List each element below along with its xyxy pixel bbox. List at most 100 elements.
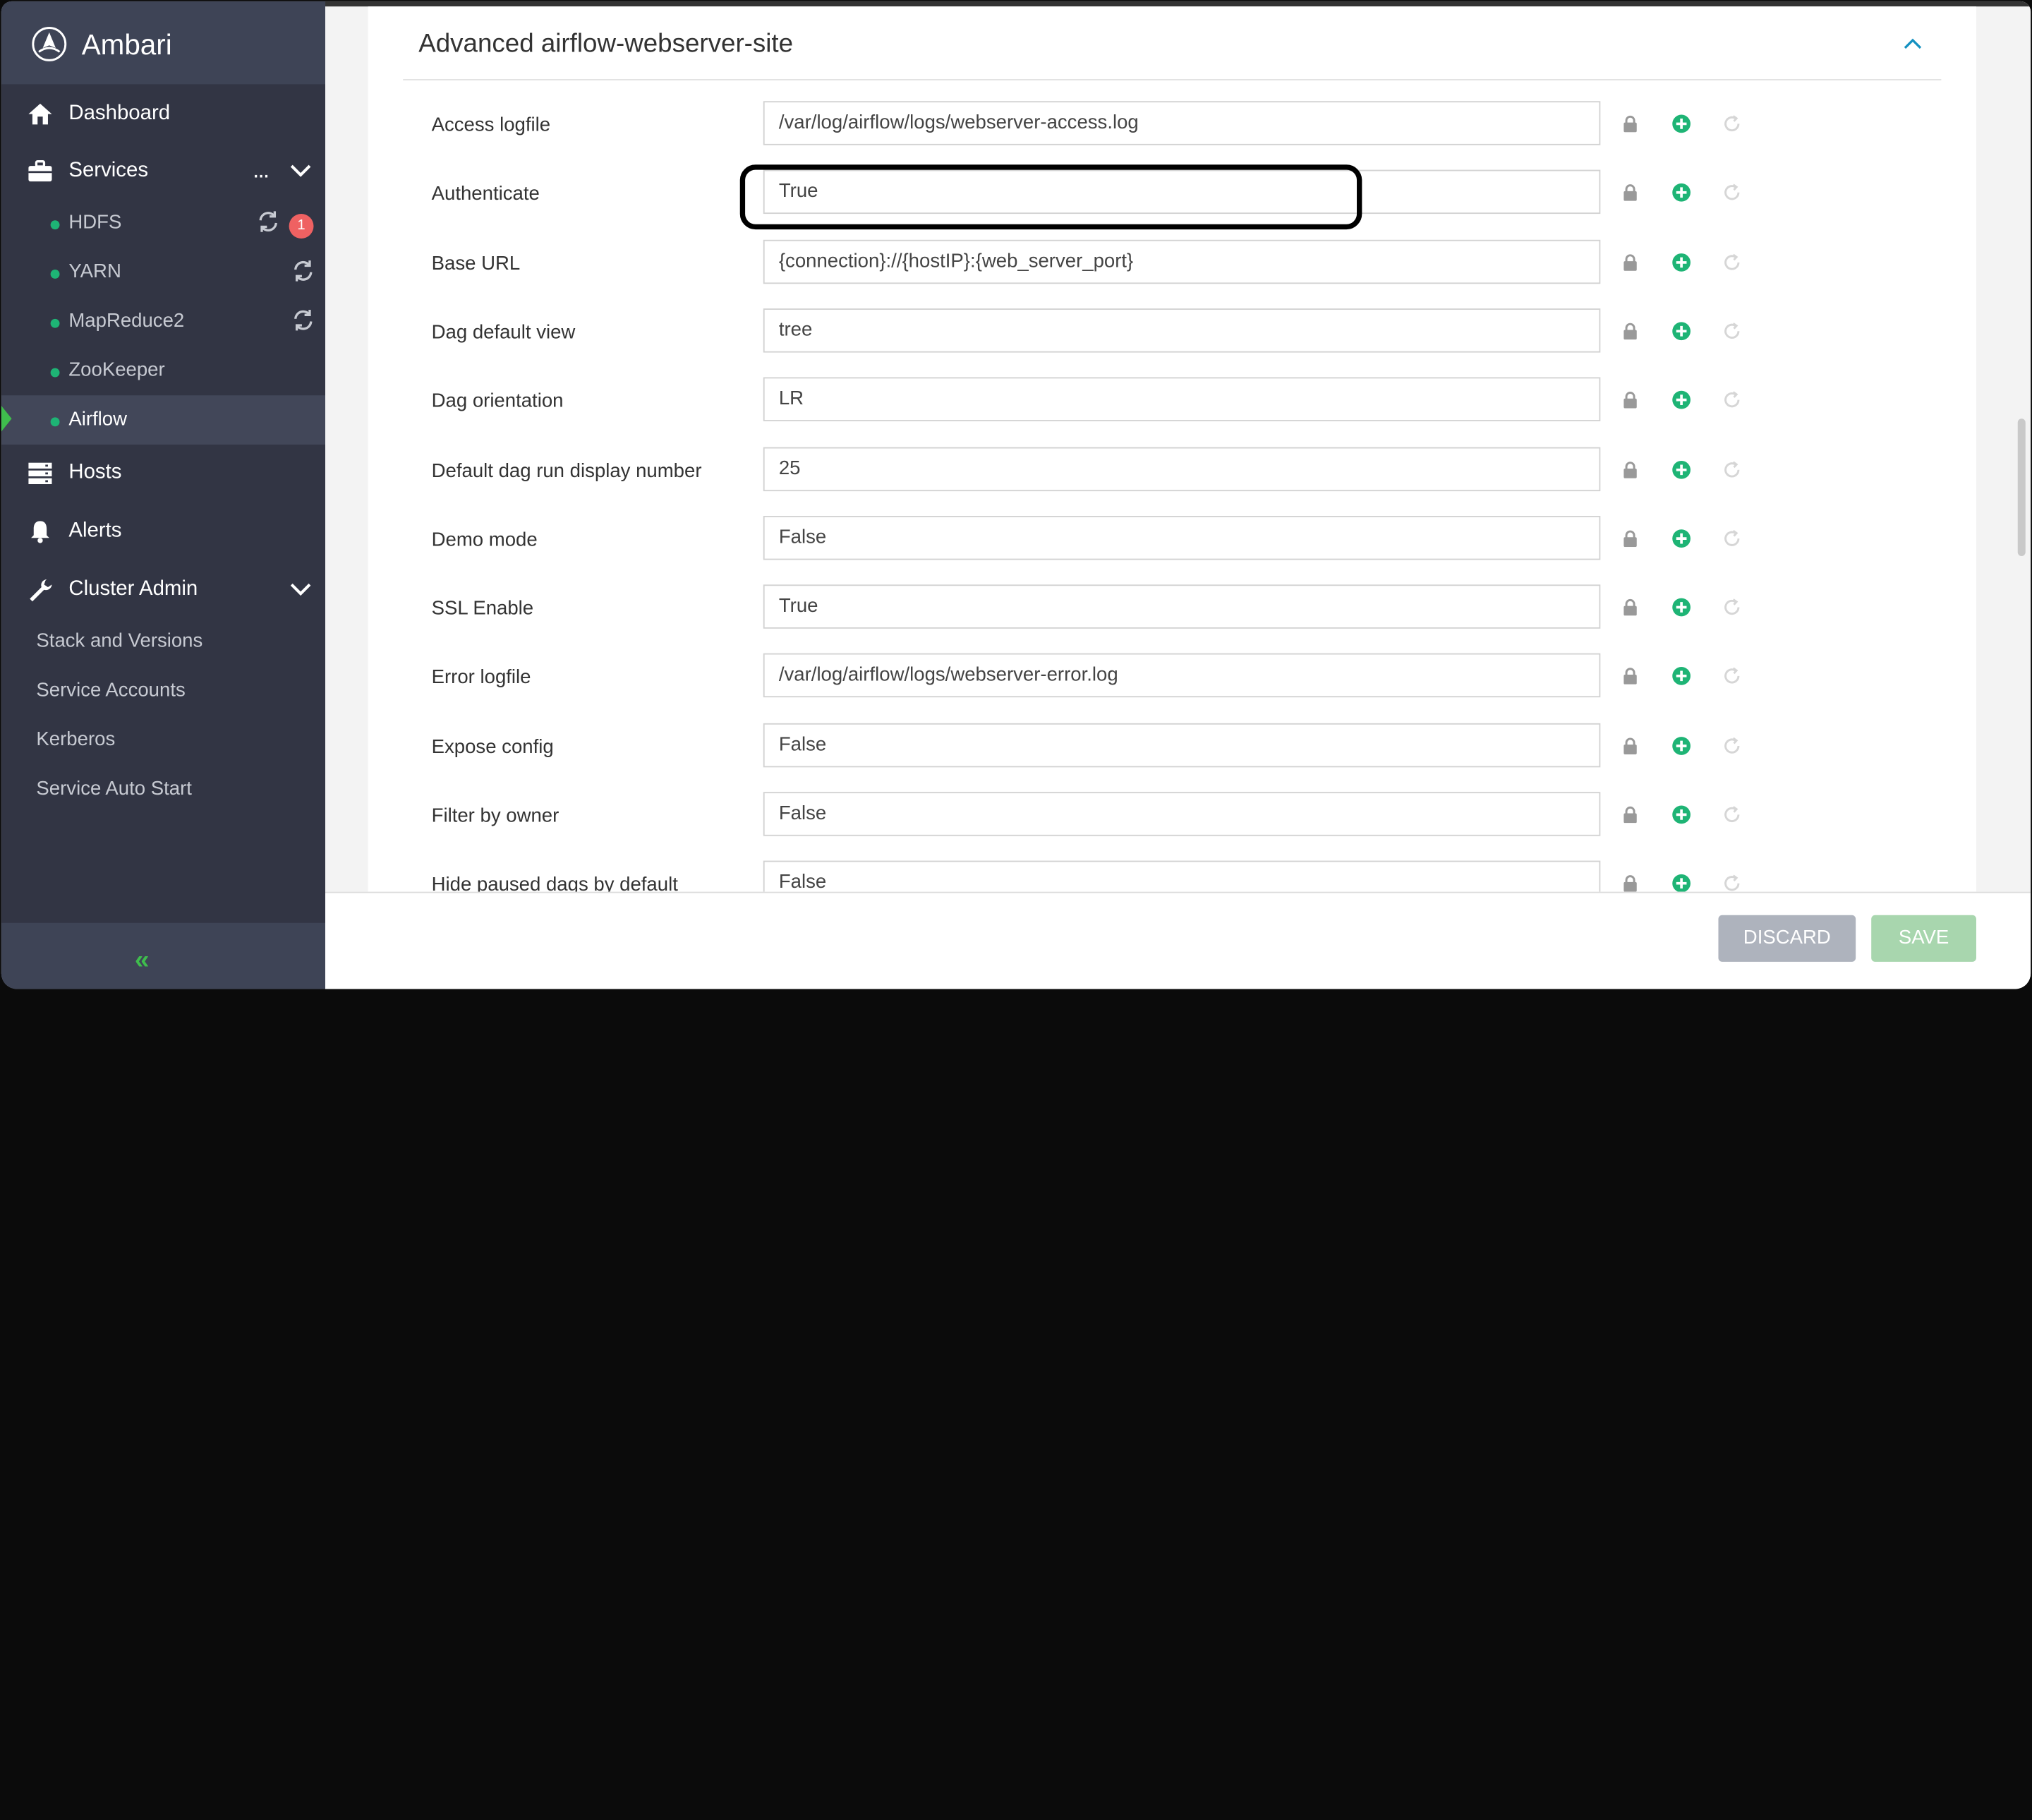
undo-icon[interactable] [1722,252,1742,272]
lock-icon[interactable] [1623,737,1638,754]
nav-alerts[interactable]: Alerts [1,507,325,556]
collapse-sidebar-icon[interactable]: « [135,946,149,976]
undo-icon[interactable] [1722,805,1742,825]
section-divider [403,79,1942,80]
undo-icon[interactable] [1722,183,1742,203]
lock-icon[interactable] [1623,599,1638,616]
config-value-input[interactable]: 25 [763,446,1601,491]
undo-icon[interactable] [1722,874,1742,891]
config-row-dag-default-view: Dag default view tree [368,308,1976,377]
top-divider [325,1,2031,7]
undo-icon[interactable] [1722,529,1742,548]
undo-icon[interactable] [1722,321,1742,341]
add-override-icon[interactable] [1671,529,1691,548]
nav-cluster-admin[interactable]: Cluster Admin [1,565,325,615]
lock-icon[interactable] [1623,668,1638,685]
chevron-down-icon[interactable] [289,581,313,599]
service-mapreduce2[interactable]: MapReduce2 [1,297,325,346]
add-override-icon[interactable] [1671,321,1691,341]
status-ok-icon [50,368,60,378]
add-override-icon[interactable] [1671,183,1691,203]
undo-icon[interactable] [1722,114,1742,134]
add-override-icon[interactable] [1671,114,1691,134]
save-button[interactable]: SAVE [1871,915,1976,962]
lock-icon[interactable] [1623,115,1638,133]
config-row-expose-config: Expose config False [368,723,1976,791]
add-override-icon[interactable] [1671,874,1691,892]
config-label: Filter by owner [431,804,560,827]
config-value-input[interactable]: False [763,515,1601,560]
sidebar-item-kerberos[interactable]: Kerberos [36,728,115,750]
status-ok-icon [50,220,60,230]
undo-icon[interactable] [1722,598,1742,617]
chevron-up-icon[interactable] [1902,35,1923,54]
sidebar-footer: « [1,922,326,989]
config-row-access-logfile: Access logfile /var/log/airflow/logs/web… [368,101,1976,169]
config-label: Dag orientation [431,390,564,413]
config-value-input[interactable]: tree [763,308,1601,353]
config-value-input[interactable]: {connection}://{hostIP}:{web_server_port… [763,239,1601,284]
config-row-default-dag-run-display-number: Default dag run display number 25 [368,446,1976,515]
alert-count-badge[interactable]: 1 [289,214,314,239]
lock-icon[interactable] [1623,184,1638,202]
service-zookeeper[interactable]: ZooKeeper [1,346,325,395]
restart-required-icon [294,260,313,282]
nav-hosts-label: Hosts [68,461,122,484]
undo-icon[interactable] [1722,390,1742,410]
config-value-input[interactable]: /var/log/airflow/logs/webserver-access.l… [763,101,1601,145]
lock-icon[interactable] [1623,875,1638,892]
sidebar-item-service-accounts[interactable]: Service Accounts [36,679,185,701]
config-row-filter-by-owner: Filter by owner False [368,792,1976,860]
add-override-icon[interactable] [1671,252,1691,272]
nav-dashboard[interactable]: Dashboard [1,90,325,139]
nav-cluster-admin-label: Cluster Admin [68,578,198,601]
home-icon [28,103,52,125]
chevron-down-icon[interactable] [289,162,313,181]
add-override-icon[interactable] [1671,459,1691,479]
config-label: Expose config [431,735,554,758]
highlight-annotation [739,164,1362,230]
config-label: Base URL [431,252,521,275]
briefcase-icon [28,160,52,182]
config-value-input[interactable]: False [763,861,1601,892]
nav-services[interactable]: Services ... [1,147,325,196]
config-label: Hide paused dags by default [431,874,678,892]
sidebar-header: Ambari [1,1,326,85]
add-override-icon[interactable] [1671,805,1691,825]
nav-hosts[interactable]: Hosts [1,448,325,498]
config-value-input[interactable]: False [763,723,1601,767]
bell-icon [31,521,49,543]
config-value-input[interactable]: LR [763,377,1601,422]
lock-icon[interactable] [1623,461,1638,478]
add-override-icon[interactable] [1671,736,1691,756]
config-row-error-logfile: Error logfile /var/log/airflow/logs/webs… [368,653,1976,722]
lock-icon[interactable] [1623,392,1638,409]
wrench-icon [30,579,52,602]
config-row-demo-mode: Demo mode False [368,515,1976,584]
add-override-icon[interactable] [1671,667,1691,687]
undo-icon[interactable] [1722,736,1742,756]
service-yarn[interactable]: YARN [1,248,325,297]
config-value-input[interactable]: False [763,792,1601,836]
sidebar-item-stack-versions[interactable]: Stack and Versions [36,630,202,652]
add-override-icon[interactable] [1671,598,1691,617]
service-airflow[interactable]: Airflow [1,395,326,445]
sidebar-item-service-auto-start[interactable]: Service Auto Start [36,778,192,800]
config-section-panel: Advanced airflow-webserver-site Access l… [368,6,1976,892]
config-label: Demo mode [431,529,538,551]
lock-icon[interactable] [1623,323,1638,340]
config-value-input[interactable]: True [763,584,1601,629]
discard-button[interactable]: DISCARD [1718,915,1856,962]
services-more-icon[interactable]: ... [253,157,270,184]
scrollbar[interactable] [2017,418,2026,556]
undo-icon[interactable] [1722,667,1742,687]
lock-icon[interactable] [1623,530,1638,547]
status-ok-icon [50,270,60,279]
add-override-icon[interactable] [1671,390,1691,410]
config-label: Dag default view [431,321,576,344]
service-hdfs[interactable]: HDFS [1,198,325,248]
config-value-input[interactable]: /var/log/airflow/logs/webserver-error.lo… [763,653,1601,698]
undo-icon[interactable] [1722,459,1742,479]
lock-icon[interactable] [1623,806,1638,824]
lock-icon[interactable] [1623,253,1638,271]
